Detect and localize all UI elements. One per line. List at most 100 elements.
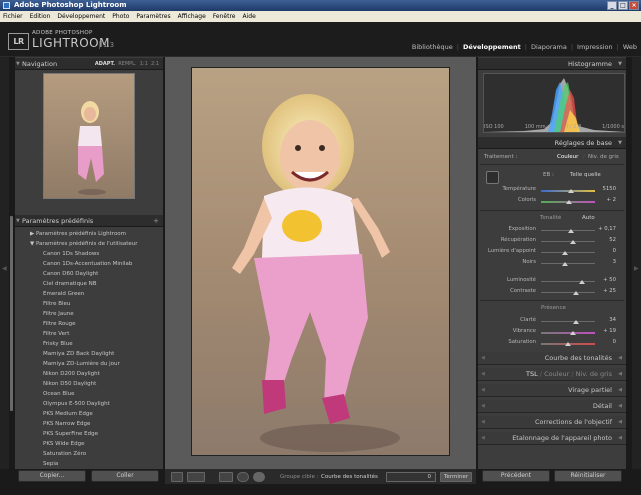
preset-item[interactable]: Frisky Blue [43,339,73,349]
menu-developpement[interactable]: Développement [57,11,105,22]
preset-item[interactable]: Ocean Blue [43,389,75,399]
before-after-button[interactable] [187,472,205,482]
preset-item[interactable]: Filtre Bleu [43,299,70,309]
preset-item[interactable]: PKS Medium Edge [43,409,93,419]
zoom-adapt[interactable]: ADAPT. [95,61,115,67]
slider-track[interactable] [541,321,595,322]
preset-item[interactable]: PKS SuperFine Edge [43,429,98,439]
lens-corrections-panel-header[interactable]: ◀ Corrections de l'objectif ◀ [478,416,626,429]
slider-value[interactable]: + 50 [594,277,616,283]
zoom-2-1[interactable]: 2:1 [151,61,159,67]
presets-header[interactable]: ▼ Paramètres prédéfinis + [15,215,163,227]
slider-value[interactable]: + 2 [594,197,617,203]
auto-tone-button[interactable]: Auto [582,215,595,221]
main-photo[interactable] [191,67,450,456]
menu-photo[interactable]: Photo [112,11,129,22]
tone-curve-panel-header[interactable]: ◀ Courbe des tonalités ◀ [478,352,626,365]
split-toning-panel-header[interactable]: ◀ Virage partiel ◀ [478,384,626,397]
slider-value[interactable]: 0 [594,248,616,254]
preset-item[interactable]: Filtre Vert [43,329,69,339]
target-value-field[interactable]: 0 [386,472,436,482]
menu-fenetre[interactable]: Fenêtre [213,11,236,22]
slider-handle[interactable] [562,251,569,255]
menu-edition[interactable]: Edition [30,11,51,22]
finish-button[interactable]: Terminer [440,472,472,482]
minimize-button[interactable]: _ [607,1,617,10]
slider-value[interactable]: 52 [594,237,616,243]
preset-item[interactable]: Filtre Rouge [43,319,76,329]
target-group-select[interactable]: Courbe des tonalités [321,474,378,480]
slider-handle[interactable] [578,280,585,284]
hsl-tab[interactable]: TSL [526,370,538,378]
module-developpement[interactable]: Développement [463,43,521,51]
slider-handle[interactable] [565,342,571,346]
module-impression[interactable]: Impression [577,43,613,51]
module-bibliotheque[interactable]: Bibliothèque [412,43,453,51]
preset-item[interactable]: Canon 1Ds-Accentuation Minilab [43,259,132,269]
slider-track[interactable] [541,281,595,282]
slider-handle[interactable] [562,262,569,266]
slider-value[interactable]: + 0,17 [594,226,616,232]
wb-select[interactable]: Telle quelle [570,172,601,178]
preset-item[interactable]: Emerald Green [43,289,84,299]
menu-fichier[interactable]: Fichier [3,11,23,22]
preset-item[interactable]: Nikon D200 Daylight [43,369,100,379]
slider-handle[interactable] [570,331,577,335]
crop-tool-button[interactable] [219,472,233,482]
previous-button[interactable]: Précédent [482,470,550,482]
module-web[interactable]: Web [623,43,637,51]
hsl-panel-header[interactable]: ◀ TSL / Couleur / Niv. de gris ◀ [478,368,626,381]
preset-item[interactable]: Filtre Jaune [43,309,74,319]
slider-handle[interactable] [570,240,577,244]
loupe-view-button[interactable] [171,472,183,482]
slider-handle[interactable] [567,189,574,193]
slider-track[interactable] [541,241,595,242]
slider-handle[interactable] [573,291,580,295]
slider-value[interactable]: + 19 [594,328,616,334]
menu-aide[interactable]: Aide [243,11,256,22]
reset-button[interactable]: Réinitialiser [554,470,622,482]
wb-eyedropper-icon[interactable] [486,171,499,184]
slider-value[interactable]: 0 [594,339,616,345]
preset-item[interactable]: PKS Narrow Edge [43,419,90,429]
slider-track[interactable] [541,332,595,334]
maximize-button[interactable]: □ [618,1,628,10]
navigator-thumbnail[interactable] [43,73,135,199]
slider-track[interactable] [541,292,595,293]
presets-scrollbar[interactable] [10,216,13,411]
paste-settings-button[interactable]: Coller [91,470,159,482]
preset-item[interactable]: Canon 1Ds Shadows [43,249,99,259]
spot-removal-tool-button[interactable] [253,472,265,482]
treatment-bw-option[interactable]: Niv. de gris [588,154,619,160]
navigator-header[interactable]: ▼ Navigation ADAPT. REMPL. 1:1 2:1 [15,58,163,70]
close-button[interactable]: × [629,1,639,10]
zoom-rempl[interactable]: REMPL. [118,61,136,67]
red-eye-tool-button[interactable] [237,472,249,482]
zoom-1-1[interactable]: 1:1 [140,61,148,67]
basic-settings-header[interactable]: Réglages de base ▼ [478,137,626,149]
right-panel-edge[interactable]: ▶ [632,57,641,469]
preset-item[interactable]: Sepia [43,459,58,469]
slider-handle[interactable] [567,229,574,233]
slider-value[interactable]: 3 [594,259,616,265]
detail-panel-header[interactable]: ◀ Détail ◀ [478,400,626,413]
add-preset-button[interactable]: + [153,215,159,227]
histogram-header[interactable]: Histogramme ▼ [478,58,626,70]
slider-value[interactable]: 5150 [594,186,616,192]
color-tab[interactable]: Couleur [544,370,569,378]
slider-handle[interactable] [573,320,580,324]
copy-settings-button[interactable]: Copier... [18,470,86,482]
module-diaporama[interactable]: Diaporama [531,43,567,51]
treatment-color-option[interactable]: Couleur [557,154,578,160]
preset-item[interactable]: Ciel dramatique NB [43,279,97,289]
menu-affichage[interactable]: Affichage [178,11,206,22]
preset-item[interactable]: Saturation Zéro [43,449,86,459]
preset-item[interactable]: PKS Wide Edge [43,439,84,449]
grayscale-tab[interactable]: Niv. de gris [576,370,612,378]
camera-calibration-panel-header[interactable]: ◀ Etalonnage de l'appareil photo ◀ [478,432,626,445]
slider-value[interactable]: + 25 [594,288,616,294]
preset-item[interactable]: Canon D60 Daylight [43,269,98,279]
preset-group-lightroom[interactable]: ▶ Paramètres prédéfinis Lightroom [30,229,126,239]
slider-handle[interactable] [566,200,573,204]
preset-item[interactable]: Mamiya ZD Back Daylight [43,349,114,359]
